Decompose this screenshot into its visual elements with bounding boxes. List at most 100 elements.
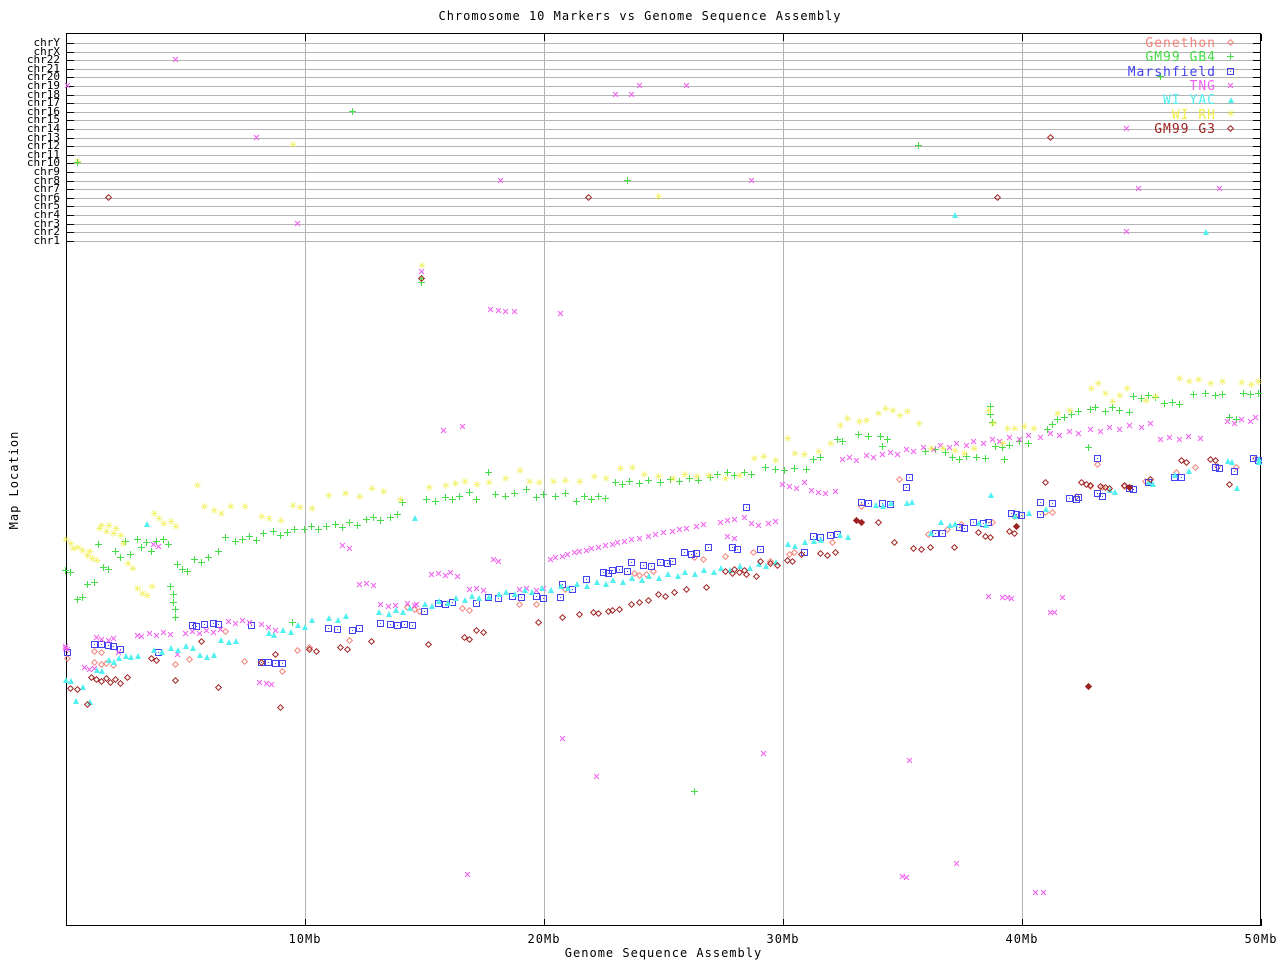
- data-point-plus: [301, 526, 308, 534]
- data-point-star: ✳: [460, 477, 470, 489]
- data-point-triangle: [638, 577, 645, 584]
- x-tick: [1022, 919, 1023, 926]
- data-point-square: [1075, 494, 1083, 502]
- chromosome-row-tick: [67, 120, 74, 122]
- data-point-triangle: [204, 654, 210, 661]
- data-point-triangle: [452, 595, 459, 602]
- data-point-plus: [1101, 407, 1109, 415]
- data-point-star: ✳: [515, 466, 525, 478]
- legend-label-tng: TNG: [1189, 78, 1216, 94]
- data-point-square: [265, 659, 273, 667]
- data-point-plus: [222, 534, 230, 542]
- data-point-plus: [838, 437, 846, 445]
- chromosome-row-tick: [1253, 120, 1260, 122]
- data-point-star: ✳: [1151, 392, 1161, 404]
- data-point-square: [628, 559, 636, 567]
- data-point-plus: [1202, 389, 1210, 397]
- data-point-plus: [690, 788, 698, 796]
- data-point-star: ✳: [324, 491, 334, 503]
- data-point-star: ✳: [938, 444, 948, 456]
- data-point-plus: [432, 497, 440, 505]
- data-point-triangle: [691, 571, 698, 578]
- data-point-plus: [1092, 404, 1100, 412]
- chromosome-row-tick: [1253, 60, 1260, 62]
- data-point-square: [1178, 473, 1186, 481]
- chromosome-row-tick: [1253, 68, 1260, 70]
- data-point-square: [1230, 468, 1238, 476]
- data-point-plus: [78, 594, 86, 602]
- data-point-square: [903, 484, 911, 492]
- data-point-plus: [422, 496, 430, 504]
- data-point-star: ✳: [1226, 108, 1236, 120]
- data-point-star: ✳: [862, 416, 871, 428]
- chromosome-row-tick: [67, 68, 74, 70]
- data-point-triangle: [1026, 510, 1033, 517]
- data-point-star: ✳: [969, 444, 979, 456]
- data-point-plus: [167, 582, 175, 590]
- data-point-triangle: [502, 589, 509, 596]
- data-point-star: ✳: [288, 140, 298, 152]
- data-point-triangle: [385, 611, 392, 618]
- data-point-triangle: [302, 623, 308, 630]
- data-point-star: ✳: [143, 591, 152, 603]
- data-point-plus: [370, 513, 378, 521]
- data-point-triangle: [791, 543, 798, 550]
- data-point-plus: [884, 436, 892, 444]
- chromosome-row-tick: [67, 172, 74, 173]
- data-point-triangle: [987, 491, 994, 498]
- data-point-star: ✳: [783, 434, 792, 446]
- data-point-triangle: [1255, 458, 1262, 465]
- data-point-plus: [492, 490, 500, 498]
- data-point-triangle: [342, 613, 349, 620]
- chart-page: Chromosome 10 Markers vs Genome Sequence…: [0, 0, 1280, 960]
- data-point-square: [905, 473, 913, 481]
- data-point-triangle: [232, 638, 239, 645]
- chromosome-row-tick: [1253, 189, 1260, 191]
- data-point-square: [556, 594, 564, 602]
- data-point-plus: [253, 537, 261, 545]
- chromosome-row-tick: [67, 77, 74, 79]
- data-point-square: [324, 624, 332, 632]
- chromosome-row-tick: [67, 180, 74, 182]
- chromosome-row-tick: [1253, 206, 1260, 208]
- data-point-triangle: [144, 521, 151, 528]
- data-point-triangle: [67, 678, 74, 685]
- data-point-plus: [442, 494, 449, 502]
- data-point-plus: [339, 523, 347, 531]
- data-point-plus: [876, 432, 884, 440]
- data-point-triangle: [211, 652, 218, 659]
- data-point-triangle: [407, 605, 414, 612]
- data-point-square: [857, 498, 865, 506]
- chromosome-row-tick: [1253, 146, 1260, 148]
- data-point-square: [355, 624, 363, 632]
- data-point-star: ✳: [915, 419, 924, 431]
- data-point-square: [1094, 454, 1102, 462]
- data-point-square: [692, 549, 700, 557]
- data-point-square: [408, 621, 416, 629]
- data-point-plus: [198, 559, 206, 567]
- data-point-plus: [747, 471, 755, 479]
- data-point-plus: [626, 478, 634, 486]
- data-point-plus: [1227, 53, 1234, 61]
- x-tick-label: 10Mb: [288, 932, 322, 946]
- x-tick: [1261, 34, 1262, 41]
- data-point-star: ✳: [1122, 384, 1132, 396]
- data-point-triangle: [335, 616, 342, 623]
- data-point-star: ✳: [296, 502, 305, 514]
- data-point-plus: [387, 513, 395, 521]
- data-point-plus: [449, 496, 457, 504]
- data-point-triangle: [952, 521, 959, 528]
- data-point-triangle: [873, 501, 880, 508]
- data-point-plus: [183, 568, 191, 576]
- data-point-plus: [377, 517, 385, 525]
- data-point-triangle: [710, 569, 717, 576]
- data-point-star: ✳: [1194, 375, 1204, 387]
- data-point-triangle: [548, 587, 555, 594]
- data-point-plus: [611, 479, 619, 487]
- data-point-triangle: [1186, 468, 1193, 475]
- data-point-square: [1049, 499, 1057, 507]
- data-point-triangle: [564, 585, 571, 592]
- data-point-plus: [762, 463, 770, 471]
- data-point-triangle: [435, 597, 442, 604]
- data-point-star: ✳: [984, 405, 993, 417]
